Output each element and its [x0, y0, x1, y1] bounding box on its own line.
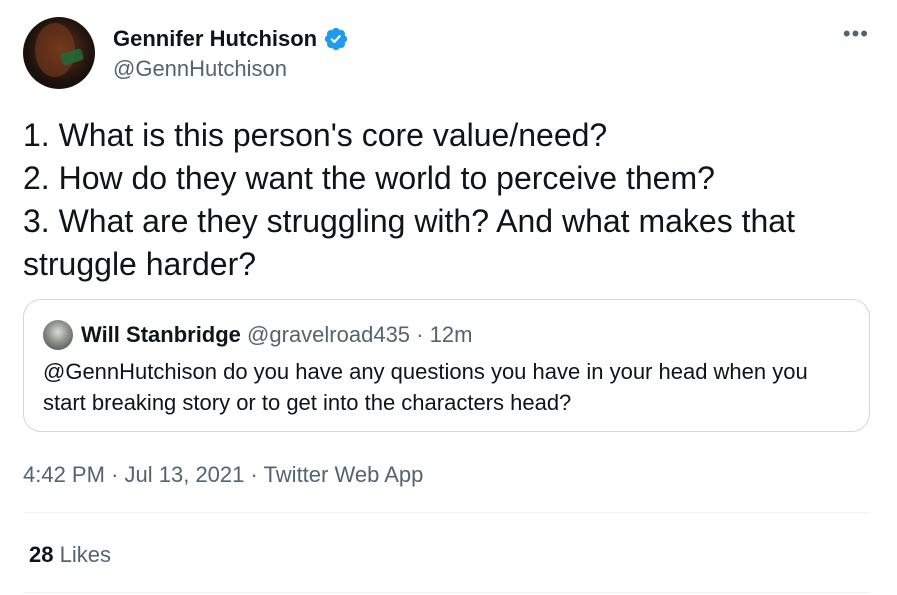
quoted-text-line: start breaking story or to get into the …: [43, 390, 572, 415]
quoted-author-avatar[interactable]: [43, 320, 73, 350]
quoted-author-name[interactable]: Will Stanbridge: [81, 322, 241, 347]
divider: [23, 592, 870, 593]
quoted-tweet-header: Will Stanbridge @gravelroad435 · 12m: [81, 320, 472, 350]
avatar-hair-shape: [35, 23, 75, 77]
meta-separator: ·: [111, 462, 119, 487]
verified-badge-icon: [325, 27, 348, 51]
meta-separator: ·: [250, 462, 258, 487]
likes-count: 28: [29, 542, 54, 567]
tweet-date[interactable]: Jul 13, 2021: [125, 462, 245, 487]
quoted-text-line: @GennHutchison do you have any questions…: [43, 359, 808, 384]
author-handle[interactable]: @GennHutchison: [113, 55, 287, 83]
likes-stat[interactable]: 28 Likes: [29, 540, 111, 570]
tweet-time[interactable]: 4:42 PM: [23, 462, 105, 487]
quoted-author-handle[interactable]: @gravelroad435: [247, 322, 410, 347]
author-name-row[interactable]: Gennifer Hutchison: [113, 25, 349, 53]
author-name[interactable]: Gennifer Hutchison: [113, 25, 317, 53]
tweet-metadata: 4:42 PM · Jul 13, 2021 · Twitter Web App: [23, 460, 423, 490]
quoted-tweet-text: @GennHutchison do you have any questions…: [43, 356, 853, 418]
more-options-icon[interactable]: •••: [843, 23, 869, 45]
tweet-line: 3. What are they struggling with? And wh…: [23, 203, 795, 239]
tweet-line: struggle harder?: [23, 246, 257, 282]
author-avatar[interactable]: [23, 17, 95, 89]
quoted-timestamp[interactable]: 12m: [430, 322, 473, 347]
tweet-line: 1. What is this person's core value/need…: [23, 117, 608, 153]
tweet-line: 2. How do they want the world to perceiv…: [23, 160, 715, 196]
tweet-client[interactable]: Twitter Web App: [264, 462, 424, 487]
likes-label: Likes: [59, 542, 111, 567]
tweet-text: 1. What is this person's core value/need…: [23, 114, 883, 286]
divider: [23, 512, 870, 513]
quoted-tweet-card[interactable]: Will Stanbridge @gravelroad435 · 12m @Ge…: [23, 299, 870, 432]
quoted-separator: ·: [416, 322, 424, 347]
